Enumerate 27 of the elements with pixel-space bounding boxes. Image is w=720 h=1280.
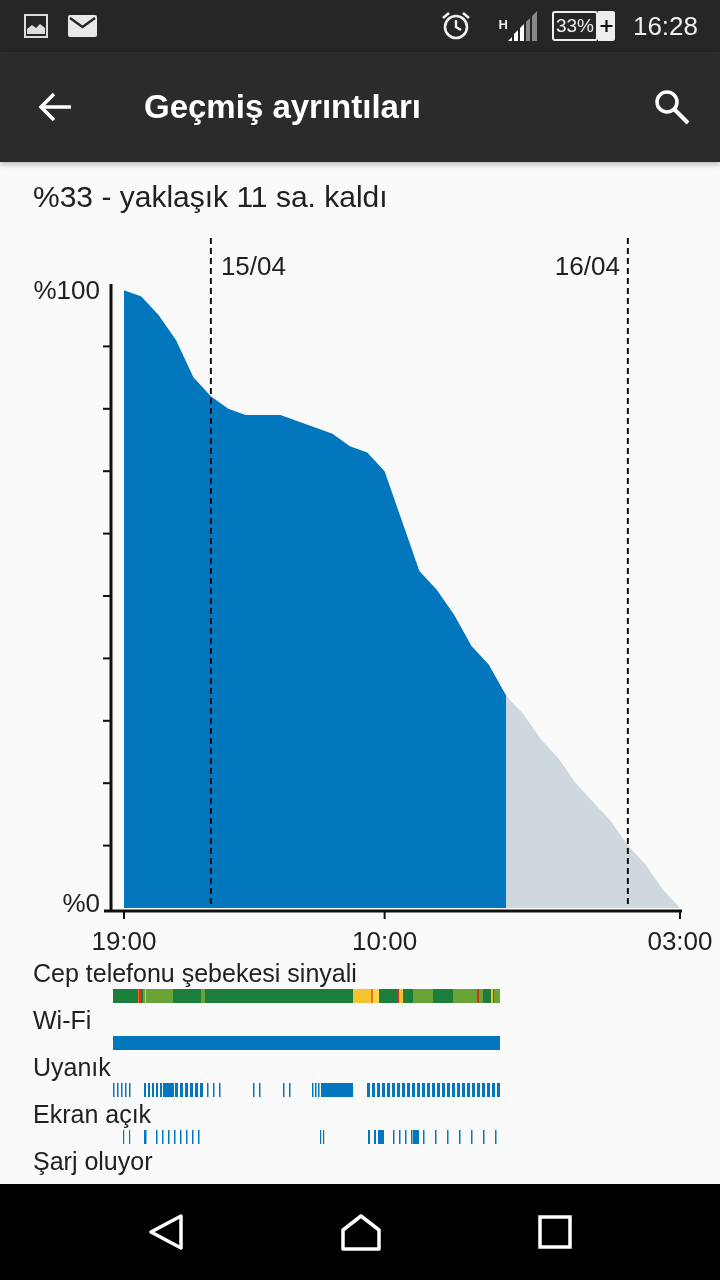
date-label: 15/04 [220, 251, 286, 281]
charging-plus-icon [597, 11, 615, 41]
alarm-clock-icon [440, 11, 471, 41]
search-icon[interactable] [654, 89, 690, 125]
x-tick-label: 03:00 [647, 926, 713, 956]
strip-label: Şarj oluyor [33, 1147, 153, 1175]
battery-summary: %33 - yaklaşık 11 sa. kaldı [33, 180, 388, 215]
x-tick-label: 10:00 [352, 926, 418, 956]
gallery-icon [24, 14, 48, 38]
nav-back-icon[interactable] [148, 1213, 184, 1251]
x-tick-label: 19:00 [91, 926, 157, 956]
strip-label: Ekran açık [33, 1100, 152, 1128]
mail-icon [68, 15, 97, 37]
y-tick-label: %0 [62, 887, 100, 918]
network-type: H [498, 16, 508, 32]
clock-time: 16:28 [632, 10, 698, 42]
strip-label: Uyanık [33, 1053, 111, 1081]
date-label: 16/04 [554, 251, 620, 281]
y-tick-label: %100 [33, 274, 100, 305]
battery-indicator: 33% [551, 11, 598, 41]
nav-recents-icon[interactable] [538, 1215, 572, 1249]
nav-home-icon[interactable] [340, 1213, 382, 1251]
back-arrow-icon[interactable] [38, 92, 72, 122]
strip-label: Wi-Fi [33, 1006, 92, 1034]
strip-label: Cep telefonu şebekesi sinyali [33, 959, 357, 987]
screen-title: Geçmiş ayrıntıları [144, 88, 422, 126]
signal-icon [507, 11, 538, 41]
